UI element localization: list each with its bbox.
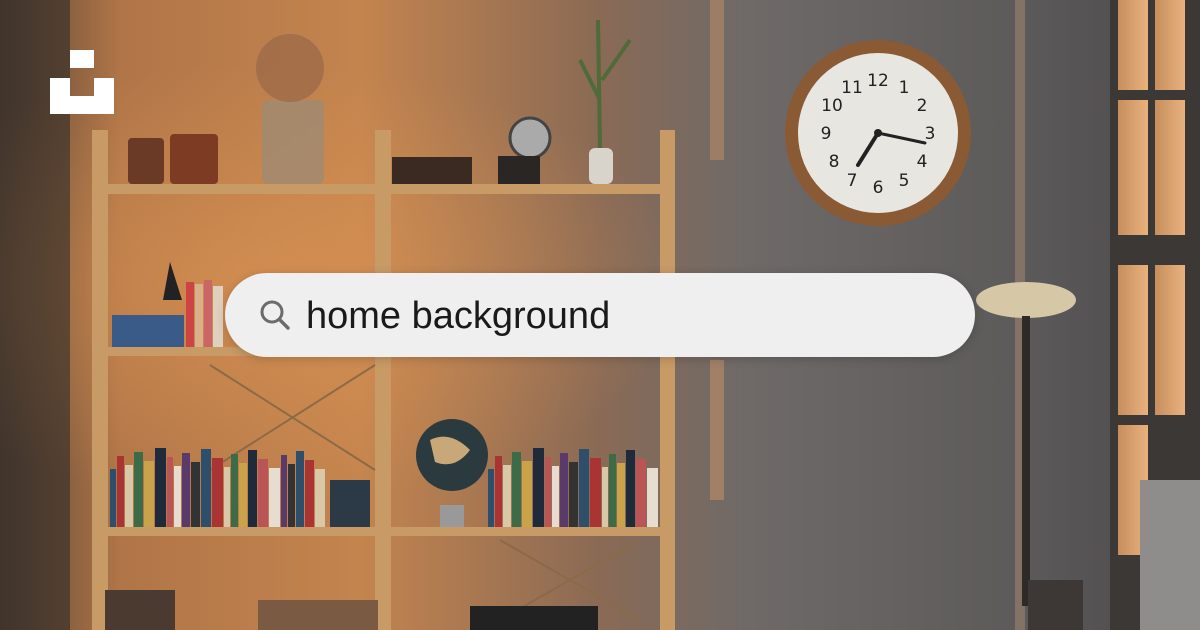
clock-numeral-7: 7 xyxy=(847,171,858,191)
clock-numeral-5: 5 xyxy=(899,171,910,191)
unsplash-logo-icon[interactable] xyxy=(50,50,114,114)
clock-numeral-11: 11 xyxy=(841,78,863,98)
clock-numeral-4: 4 xyxy=(917,152,928,172)
clock-numeral-3: 3 xyxy=(925,124,936,144)
clock-numeral-2: 2 xyxy=(917,96,928,116)
search-input[interactable]: home background xyxy=(306,292,610,340)
clock-numeral-9: 9 xyxy=(821,124,832,144)
clock-numeral-10: 10 xyxy=(821,96,843,116)
clock-numeral-6: 6 xyxy=(873,178,884,198)
clock-numeral-1: 1 xyxy=(899,78,910,98)
search-icon xyxy=(260,300,290,330)
clock-numeral-12: 12 xyxy=(867,71,889,91)
clock-numeral-8: 8 xyxy=(829,152,840,172)
